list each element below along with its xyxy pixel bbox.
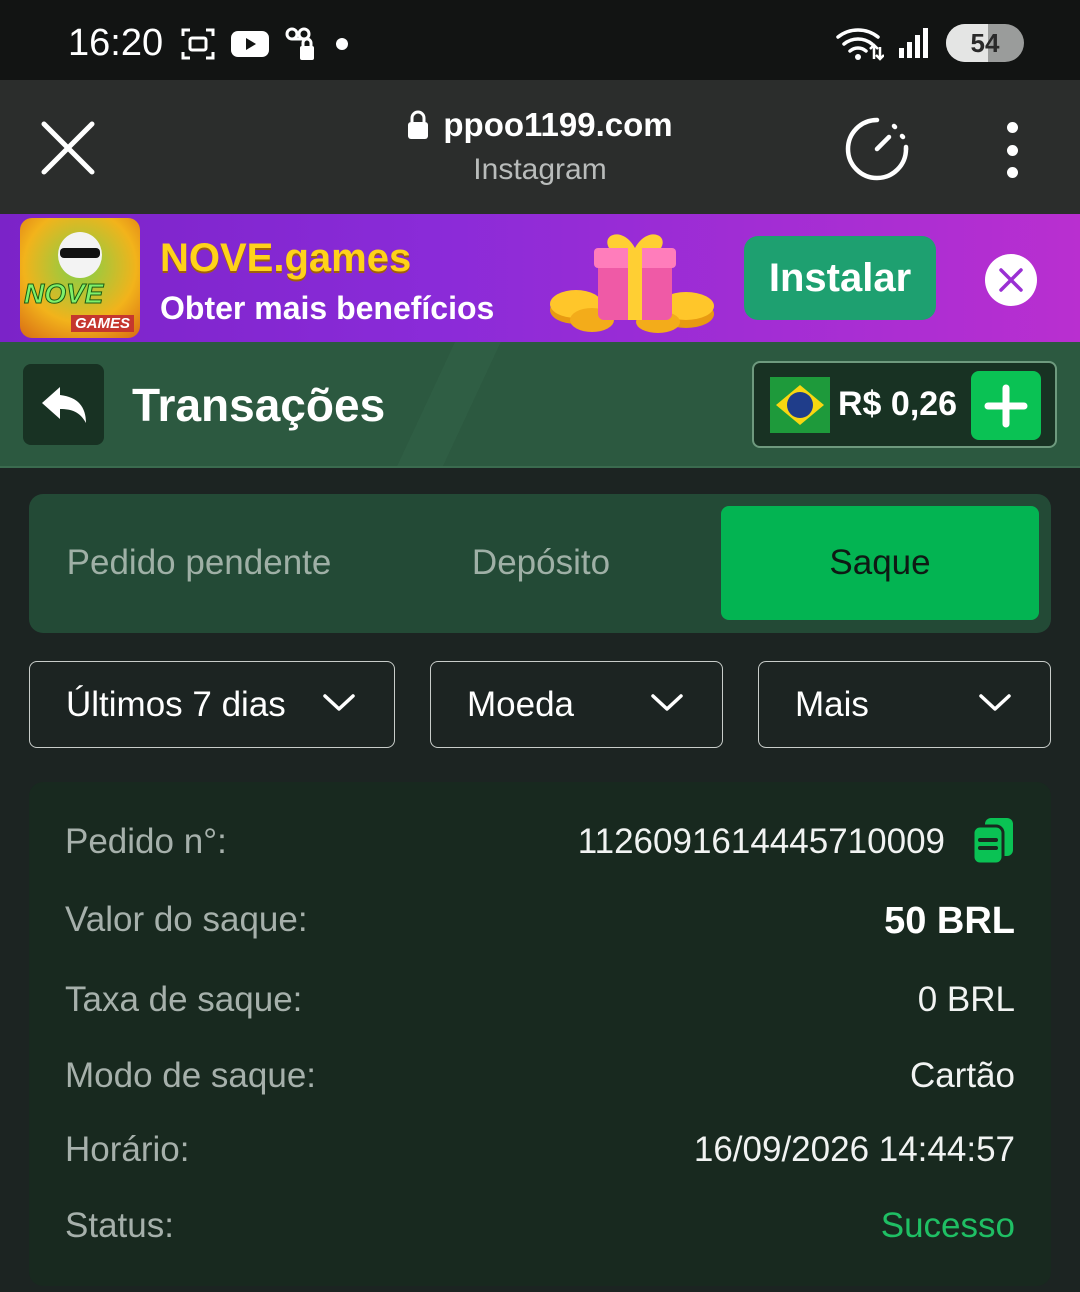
tab-pending-orders[interactable]: Pedido pendente: [29, 506, 369, 620]
deposit-plus-button[interactable]: [971, 371, 1041, 440]
close-banner-button[interactable]: [985, 254, 1037, 306]
balance-widget: R$ 0,26: [752, 361, 1057, 448]
detail-row-time: Horário: 16/09/2026 14:44:57: [65, 1130, 1015, 1180]
status-bar: 16:20 54: [0, 0, 1080, 80]
back-arrow-icon: [41, 386, 86, 423]
logo-text-nove: NOVE: [23, 278, 104, 310]
app-install-banner: NOVE GAMES NOVE.games Obter mais benefíc…: [0, 214, 1080, 342]
nove-games-logo: NOVE GAMES: [20, 218, 140, 338]
status-badge: Sucesso: [880, 1206, 1015, 1245]
close-icon: [999, 268, 1023, 292]
balance-amount: R$ 0,26: [838, 385, 958, 423]
time-value: 16/09/2026 14:44:57: [693, 1130, 1015, 1169]
battery-level: 54: [970, 27, 1000, 58]
detail-row-fee: Taxa de saque: 0 BRL: [65, 980, 1015, 1030]
more-options-icon[interactable]: [1002, 122, 1022, 178]
withdraw-fee-label: Taxa de saque:: [65, 980, 303, 1019]
plus-icon: [984, 384, 1028, 427]
tab-deposit[interactable]: Depósito: [421, 506, 661, 620]
promo-title: NOVE.games: [160, 236, 412, 280]
transaction-tabs: Pedido pendente Depósito Saque: [29, 494, 1051, 633]
date-range-label: Últimos 7 dias: [66, 684, 286, 724]
page-title: Transações: [132, 379, 386, 431]
page-header: Transações R$ 0,26: [0, 342, 1080, 468]
more-filters-dropdown[interactable]: Mais: [758, 661, 1051, 748]
more-filters-label: Mais: [795, 684, 869, 724]
withdraw-mode-label: Modo de saque:: [65, 1056, 317, 1095]
currency-dropdown[interactable]: Moeda: [430, 661, 723, 748]
copy-icon[interactable]: [971, 816, 1015, 866]
gift-coins-icon: [550, 234, 714, 333]
chevron-down-icon: [651, 694, 683, 711]
page-url: ppoo1199.com: [443, 106, 673, 143]
voicemail-lock-icon: [285, 27, 314, 60]
detail-row-amount: Valor do saque: 50 BRL: [65, 900, 1015, 950]
logo-text-games: GAMES: [70, 315, 134, 332]
url-area[interactable]: ppoo1199.com Instagram: [0, 106, 1080, 187]
promo-subtitle: Obter mais benefícios: [160, 290, 495, 326]
order-number-label: Pedido n°:: [65, 822, 227, 861]
transaction-detail-card: Pedido n°: 1126091614445710009 Valor do …: [29, 782, 1051, 1286]
chevron-down-icon: [323, 694, 355, 711]
speed-gauge-icon[interactable]: [842, 114, 912, 184]
withdraw-amount-value: 50 BRL: [884, 900, 1015, 942]
status-system-icons: 54: [836, 24, 1024, 62]
youtube-icon: [231, 31, 269, 57]
currency-label: Moeda: [467, 684, 575, 724]
wifi-icon: [836, 28, 884, 61]
signal-icon: [899, 28, 928, 58]
browser-source: Instagram: [473, 153, 607, 186]
detail-row-mode: Modo de saque: Cartão: [65, 1056, 1015, 1106]
detail-row-status: Status: Sucesso: [65, 1206, 1015, 1256]
date-range-dropdown[interactable]: Últimos 7 dias: [29, 661, 395, 748]
status-time: 16:20: [68, 22, 164, 64]
notification-dot-icon: [336, 38, 348, 50]
status-label: Status:: [65, 1206, 174, 1245]
install-button[interactable]: Instalar: [744, 236, 936, 320]
back-button[interactable]: [23, 364, 104, 445]
lock-icon: [408, 110, 429, 139]
browser-toolbar: ppoo1199.com Instagram: [0, 80, 1080, 214]
detail-row-order: Pedido n°: 1126091614445710009: [65, 818, 1015, 872]
brazil-flag-icon: [770, 377, 830, 433]
order-number-value: 1126091614445710009: [577, 822, 945, 861]
withdraw-fee-value: 0 BRL: [917, 980, 1015, 1019]
battery-indicator: 54: [946, 24, 1024, 62]
chevron-down-icon: [979, 694, 1011, 711]
status-notification-icons: [180, 26, 350, 62]
time-label: Horário:: [65, 1130, 190, 1169]
withdraw-amount-label: Valor do saque:: [65, 900, 308, 939]
screenshot-icon: [181, 28, 215, 60]
tab-withdrawal[interactable]: Saque: [721, 506, 1039, 620]
withdraw-mode-value: Cartão: [909, 1056, 1015, 1095]
